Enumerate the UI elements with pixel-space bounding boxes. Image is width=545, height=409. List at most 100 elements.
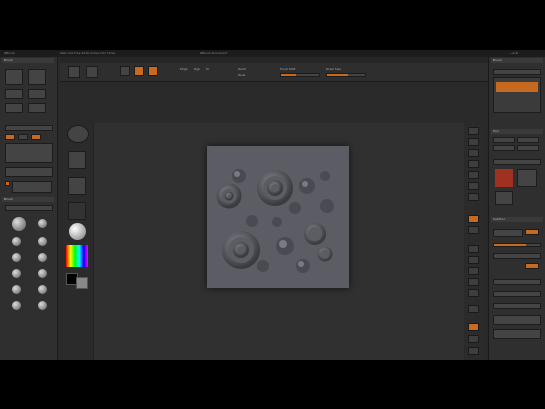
brush-slot[interactable] [12, 237, 21, 246]
actual-icon[interactable] [468, 171, 479, 179]
brush-preset-field[interactable] [493, 69, 541, 75]
floor-icon[interactable] [468, 215, 479, 223]
toggle-b[interactable] [18, 134, 28, 140]
subtool-slider[interactable] [493, 243, 541, 247]
brush-slot[interactable] [38, 253, 47, 262]
solo-icon[interactable] [468, 335, 479, 343]
color-icon[interactable] [28, 103, 46, 113]
subtool-toggle[interactable] [525, 263, 539, 269]
stroke-thumbnail-icon[interactable] [68, 151, 86, 169]
subtool-row[interactable] [493, 279, 541, 285]
persp-icon[interactable] [468, 193, 479, 201]
sculpted-plane[interactable] [207, 146, 349, 288]
tool-row[interactable] [493, 159, 541, 165]
edit-button[interactable] [120, 66, 130, 76]
alpha-icon[interactable] [5, 89, 23, 99]
xpose-icon[interactable] [468, 347, 479, 355]
zoom-icon[interactable] [468, 160, 479, 168]
m-label[interactable]: M [206, 67, 209, 71]
brush-curve-panel[interactable] [493, 77, 541, 113]
draw-size-slider[interactable] [326, 73, 366, 77]
brush-slot[interactable] [12, 269, 21, 278]
app-title: ZBrush [4, 51, 15, 55]
subtool-row[interactable] [493, 329, 541, 339]
subtool-row[interactable] [493, 303, 541, 309]
current-tool-thumbnail[interactable] [495, 169, 513, 187]
brush-slot[interactable] [12, 301, 21, 310]
orange-toggle[interactable] [5, 181, 10, 186]
scale-icon[interactable] [468, 278, 479, 286]
polyf-icon[interactable] [468, 305, 479, 313]
brush-slot[interactable] [38, 269, 47, 278]
top-shelf: Mrgb Rgb M Zadd Zsub Focal Shift Draw Si… [60, 63, 490, 82]
stroke-icon[interactable] [28, 69, 46, 85]
app-info: Mem 0/0 Free 2016 Active Info Timer [60, 51, 116, 55]
brush-slot[interactable] [38, 219, 47, 228]
options-block[interactable] [5, 167, 53, 177]
save-as-button[interactable] [517, 137, 539, 143]
left-tray-header[interactable]: Brush [2, 58, 54, 63]
subtool-item[interactable] [493, 229, 523, 237]
brush-slot[interactable] [38, 237, 47, 246]
right-tray: Brush Tool SubTool [488, 57, 545, 360]
lightbox-row[interactable] [5, 125, 53, 131]
spix-icon[interactable] [468, 138, 479, 146]
subtool-row[interactable] [493, 291, 541, 297]
subtool-row[interactable] [493, 253, 541, 259]
brush-search[interactable] [5, 205, 53, 211]
brush-slot[interactable] [38, 285, 47, 294]
subtool-toggle[interactable] [525, 229, 539, 235]
alpha-thumbnail-icon[interactable] [68, 177, 86, 195]
zsub-label[interactable]: Zsub [238, 73, 245, 77]
left-tray: Brush Brush [0, 57, 58, 360]
move-button[interactable] [148, 66, 158, 76]
brush-thumbnail-icon[interactable] [67, 125, 89, 143]
copy-tool-button[interactable] [493, 145, 515, 151]
left-shelf [62, 125, 92, 360]
mrgb-label[interactable]: Mrgb [180, 67, 188, 71]
brush-subpanel-header[interactable]: Brush [2, 197, 54, 202]
texture-thumbnail-icon[interactable] [68, 202, 86, 220]
secondary-color-swatch[interactable] [76, 277, 88, 289]
zadd-label[interactable]: Zadd [238, 67, 246, 71]
transp-icon[interactable] [468, 323, 479, 331]
frame-icon[interactable] [468, 256, 479, 264]
toggle-a[interactable] [5, 134, 15, 140]
tool-header[interactable]: Tool [491, 129, 543, 134]
brush-icon[interactable] [5, 69, 23, 85]
brush-slot[interactable] [38, 301, 47, 310]
subtool-header[interactable]: SubTool [491, 217, 543, 222]
projection-master-button[interactable] [68, 66, 80, 78]
palette-block[interactable] [12, 181, 52, 193]
material-icon[interactable] [5, 103, 23, 113]
scroll-icon[interactable] [468, 149, 479, 157]
settings-block[interactable] [5, 143, 53, 163]
lightbox-button[interactable] [86, 66, 98, 78]
brush-slot[interactable] [12, 285, 21, 294]
color-picker-icon[interactable] [66, 245, 88, 267]
right-shelf [465, 125, 483, 360]
paste-tool-button[interactable] [517, 145, 539, 151]
tool-thumbnail[interactable] [517, 169, 537, 187]
subtool-row[interactable] [493, 315, 541, 325]
material-sphere-icon[interactable] [69, 223, 86, 240]
focal-shift-slider[interactable] [280, 73, 320, 77]
window-controls[interactable]: – ▫ × [510, 51, 518, 55]
tool-thumbnail[interactable] [495, 191, 513, 205]
load-tool-button[interactable] [493, 137, 515, 143]
local-icon[interactable] [468, 226, 479, 234]
document-title: ZBrush Document [200, 51, 228, 55]
brush-slot[interactable] [12, 253, 21, 262]
rgb-label[interactable]: Rgb [194, 67, 200, 71]
bpr-icon[interactable] [468, 127, 479, 135]
aahalf-icon[interactable] [468, 182, 479, 190]
xyz-icon[interactable] [468, 245, 479, 253]
current-brush-icon[interactable] [12, 217, 26, 231]
curve-fill [496, 82, 538, 92]
right-tray-header[interactable]: Brush [491, 58, 543, 63]
draw-button[interactable] [134, 66, 144, 76]
move-icon[interactable] [468, 267, 479, 275]
texture-icon[interactable] [28, 89, 46, 99]
toggle-c[interactable] [31, 134, 41, 140]
rotate-icon[interactable] [468, 289, 479, 297]
